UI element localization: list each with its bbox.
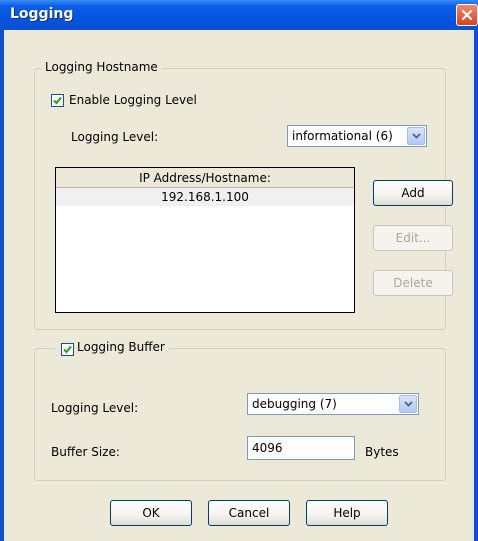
buffer-logging-level-label: Logging Level: xyxy=(51,401,139,415)
logging-buffer-legend[interactable]: Logging Buffer xyxy=(77,340,165,354)
help-button-label: Help xyxy=(333,506,361,520)
edit-button[interactable]: Edit... xyxy=(373,225,453,251)
logging-hostname-group: Logging Hostname Enable Logging Level Lo… xyxy=(34,60,453,330)
buffer-size-unit: Bytes xyxy=(365,445,399,459)
help-button[interactable]: Help xyxy=(306,500,388,526)
logging-dialog: Logging Logging Hostname Enable Logging … xyxy=(0,0,478,541)
edit-button-label: Edit... xyxy=(395,231,431,245)
chevron-down-icon[interactable] xyxy=(407,127,425,145)
hostname-logging-level-label: Logging Level: xyxy=(71,130,159,144)
chevron-down-icon[interactable] xyxy=(399,395,417,413)
enable-logging-level-label[interactable]: Enable Logging Level xyxy=(69,93,197,107)
buffer-logging-level-value: debugging (7) xyxy=(252,397,337,411)
logging-buffer-group: Logging Buffer Logging Level: debugging … xyxy=(34,340,446,481)
hostname-logging-level-select[interactable]: informational (6) xyxy=(287,125,427,147)
window-title: Logging xyxy=(10,6,74,22)
close-icon[interactable] xyxy=(456,4,478,26)
delete-button-label: Delete xyxy=(393,276,433,290)
cancel-button[interactable]: Cancel xyxy=(208,500,290,526)
table-row[interactable]: 192.168.1.100 xyxy=(56,188,354,206)
ok-button[interactable]: OK xyxy=(110,500,192,526)
ip-address-column-header[interactable]: IP Address/Hostname: xyxy=(56,168,354,188)
delete-button[interactable]: Delete xyxy=(373,270,453,296)
add-button[interactable]: Add xyxy=(373,180,453,206)
cancel-button-label: Cancel xyxy=(228,506,270,520)
dialog-body: Logging Hostname Enable Logging Level Lo… xyxy=(8,30,470,541)
enable-logging-level-checkbox[interactable] xyxy=(51,94,64,107)
logging-buffer-checkbox[interactable] xyxy=(61,343,74,356)
checkmark-icon xyxy=(63,345,72,354)
buffer-size-value: 4096 xyxy=(252,441,283,455)
buffer-logging-level-select[interactable]: debugging (7) xyxy=(247,393,419,415)
add-button-label: Add xyxy=(401,186,425,200)
buffer-size-label: Buffer Size: xyxy=(51,445,120,459)
ip-address-table[interactable]: IP Address/Hostname: 192.168.1.100 xyxy=(55,167,355,313)
buffer-size-input[interactable]: 4096 xyxy=(247,436,355,460)
title-bar[interactable]: Logging xyxy=(0,0,478,30)
checkmark-icon xyxy=(53,96,62,105)
hostname-logging-level-value: informational (6) xyxy=(292,129,393,143)
ok-button-label: OK xyxy=(142,506,160,520)
logging-hostname-legend: Logging Hostname xyxy=(41,60,162,74)
